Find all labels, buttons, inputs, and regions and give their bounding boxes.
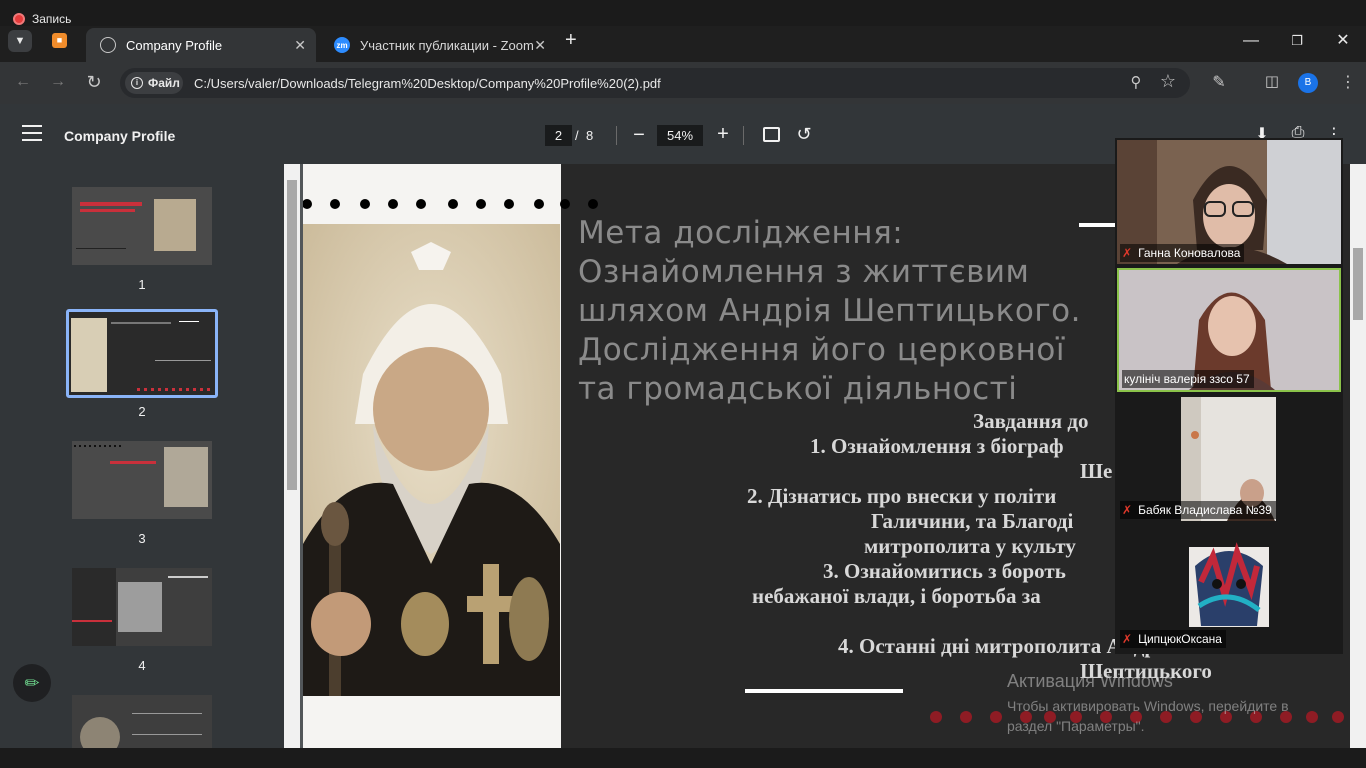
task-line: 2. Дізнатись про внески у політи — [747, 484, 1057, 508]
zoom-level-input[interactable]: 54% — [657, 125, 703, 146]
zoom-in-button[interactable]: + — [708, 123, 738, 146]
pdf-title: Company Profile — [64, 128, 176, 144]
page-thumbnail[interactable] — [72, 187, 212, 265]
thumbnail-number: 3 — [138, 531, 146, 546]
site-info-chip[interactable]: i Файл — [125, 72, 183, 94]
close-tab-icon[interactable]: ✕ — [294, 37, 306, 54]
participant-tile[interactable]: ✗ Ганна Коновалова — [1117, 140, 1341, 264]
zoom-icon: zm — [334, 37, 350, 53]
tab-title: Участник публикации - Zoom — [360, 37, 534, 53]
annotate-pen-button[interactable]: ✏ — [13, 664, 51, 702]
task-line: Завдання до — [973, 409, 1089, 433]
page-thumbnail[interactable] — [72, 568, 212, 646]
participant-name: Ганна Коновалова — [1138, 246, 1241, 260]
goal-line: шляхом Андрія Шептицького. — [578, 293, 1081, 329]
goal-line: Дослідження його церковної — [578, 332, 1066, 368]
decorative-line — [1079, 223, 1115, 227]
muted-mic-icon: ✗ — [1122, 632, 1133, 646]
participant-tile[interactable]: ✗ Бабяк Владислава №39 — [1117, 397, 1341, 521]
participant-tile[interactable]: кулініч валерія ззсо 57 — [1117, 268, 1341, 392]
new-tab-button[interactable]: + — [565, 29, 577, 52]
back-button[interactable]: ← — [8, 73, 38, 91]
record-icon — [13, 13, 25, 25]
research-goal: Мета дослідження: Ознайомлення з життєви… — [578, 214, 1081, 409]
profile-avatar[interactable]: B — [1298, 73, 1318, 93]
scrollbar-thumb[interactable] — [287, 180, 297, 490]
close-tab-icon[interactable]: ✕ — [534, 37, 546, 54]
participant-name-label: кулініч валерія ззсо 57 — [1122, 370, 1254, 388]
divider — [743, 126, 744, 145]
close-window-button[interactable]: ✕ — [1320, 30, 1366, 52]
task-line: 3. Ознайомитись з бороть — [823, 559, 1066, 583]
page-thumbnail[interactable] — [72, 441, 212, 519]
thumbnail-number: 4 — [138, 658, 146, 673]
participant-name: Бабяк Владислава №39 — [1138, 503, 1272, 517]
zoom-out-button[interactable]: − — [624, 124, 654, 147]
rotate-icon[interactable]: ↺ — [789, 124, 819, 145]
task-line: 1. Ознайомлення з біограф — [810, 434, 1064, 458]
restore-button[interactable]: ❐ — [1274, 30, 1320, 52]
participant-name-label: ✗ Бабяк Владислава №39 — [1120, 501, 1276, 519]
page-number-input[interactable]: 2 — [545, 125, 572, 146]
bookmark-star-icon[interactable]: ☆ — [1153, 71, 1183, 92]
thumbnail-number: 1 — [138, 277, 146, 292]
participant-name-label: ✗ ЦипцюкОксана — [1120, 630, 1226, 648]
tab-company-profile[interactable]: Company Profile ✕ — [86, 28, 316, 62]
recording-label: Запись — [32, 12, 72, 26]
browser-menu-icon[interactable]: ⋮ — [1333, 72, 1363, 92]
goal-line: Мета дослідження: — [578, 215, 904, 251]
portrait-photo — [303, 224, 560, 696]
windows-activation-title: Активация Windows — [1007, 671, 1173, 691]
extensions-icon[interactable]: ✎ — [1204, 72, 1234, 92]
task-line: Ше — [1080, 459, 1113, 483]
recording-bar: Запись — [0, 0, 1366, 26]
tab-title: Company Profile — [126, 37, 223, 53]
task-line: митрополита у культу — [864, 534, 1076, 558]
goal-line: Ознайомлення з життєвим — [578, 254, 1030, 290]
goal-line: та громадської діяльності — [578, 371, 1018, 407]
tab-zoom[interactable]: zm Участник публикации - Zoom ✕ — [320, 28, 556, 62]
participant-tile[interactable]: ✗ ЦипцюкОксана — [1117, 526, 1341, 650]
url-text[interactable]: C:/Users/valer/Downloads/Telegram%20Desk… — [194, 76, 661, 91]
participant-name: ЦипцюкОксана — [1138, 632, 1222, 646]
page-thumbnail[interactable] — [72, 695, 212, 748]
page-thumbnail[interactable] — [69, 312, 215, 395]
zoom-magnifier-icon[interactable]: ⚲ — [1121, 73, 1151, 91]
info-icon: i — [131, 77, 143, 89]
page-separator: / — [575, 128, 579, 143]
fit-page-icon[interactable] — [763, 127, 780, 142]
thumbnail-number: 2 — [138, 404, 146, 419]
tab-search-button[interactable]: ▼ — [8, 30, 32, 52]
minimize-button[interactable]: — — [1228, 30, 1274, 52]
viewer-scrollbar[interactable] — [1350, 164, 1366, 748]
scheme-label: Файл — [148, 76, 180, 90]
scrollbar-thumb[interactable] — [1353, 248, 1363, 320]
windows-activation-text: Чтобы активировать Windows, перейдите в … — [1007, 698, 1289, 734]
muted-mic-icon: ✗ — [1122, 246, 1133, 260]
forward-button[interactable]: → — [43, 73, 73, 91]
sidebar-scrollbar[interactable] — [284, 164, 300, 748]
total-pages: 8 — [586, 128, 594, 143]
task-line: небажаної влади, і боротьба за — [752, 584, 1041, 608]
reload-button[interactable]: ↻ — [79, 72, 109, 93]
sidebar-menu-icon[interactable] — [22, 125, 42, 141]
participant-name-label: ✗ Ганна Коновалова — [1120, 244, 1245, 262]
divider — [616, 126, 617, 145]
participant-name: кулініч валерія ззсо 57 — [1124, 372, 1250, 386]
decorative-line — [745, 689, 903, 693]
globe-icon — [100, 37, 116, 53]
profile-tab-icon[interactable]: ■ — [52, 33, 67, 48]
muted-mic-icon: ✗ — [1122, 503, 1133, 517]
side-panel-icon[interactable]: ◫ — [1257, 72, 1287, 90]
task-line: Галичини, та Благоді — [871, 509, 1074, 533]
dotted-decoration — [303, 199, 598, 209]
